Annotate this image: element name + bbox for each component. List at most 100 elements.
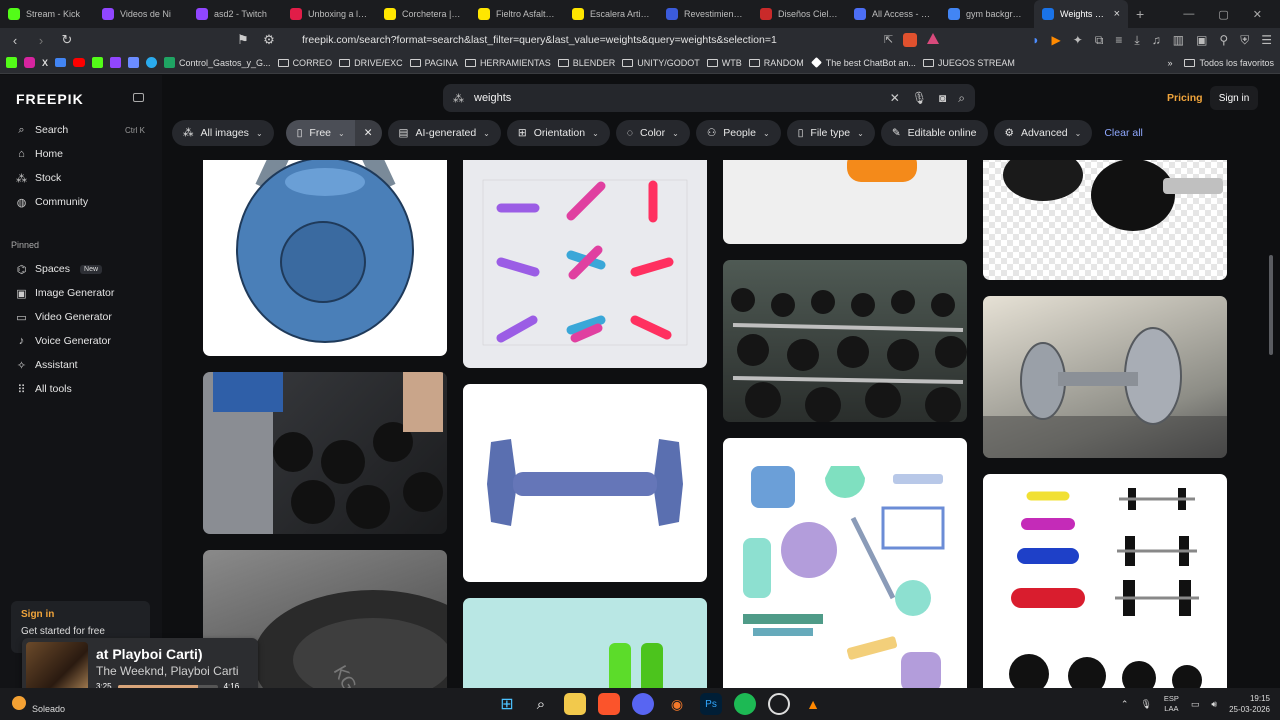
brave-rewards-icon[interactable] <box>927 33 940 44</box>
sidebar-item-search[interactable]: ⌕ Search <box>16 124 68 137</box>
sidebar-item-stock[interactable]: ⁂ Stock <box>16 172 61 185</box>
search-bar[interactable]: ⁂ weights ✕ 🎙︎ ◙ ⌕ <box>443 84 975 112</box>
result-chrome-dumbbell-floor[interactable] <box>983 296 1227 458</box>
result-fitness-equipment-set[interactable] <box>723 438 967 688</box>
search-submit-icon[interactable]: ⌕ <box>958 91 965 106</box>
scrollbar-thumb[interactable] <box>1269 255 1273 355</box>
result-dumbbell-rows-gym[interactable] <box>723 260 967 422</box>
images-type-icon[interactable]: ⁂ <box>453 92 464 105</box>
result-barbell-dumbbell-transparent[interactable] <box>983 160 1227 280</box>
browser-tab[interactable]: Fieltro Asfaltico <box>470 0 564 28</box>
filter-people[interactable]: ⚇ People ⌄ <box>695 120 781 146</box>
mic-icon[interactable]: 🎙︎ <box>1140 699 1151 710</box>
tray-expand-icon[interactable]: ⌃ <box>1121 699 1129 710</box>
share-icon[interactable]: ⇱ <box>884 33 893 47</box>
forward-icon[interactable]: › <box>34 33 48 48</box>
sidebar-item-home[interactable]: ⌂ Home <box>16 148 63 160</box>
sidebar-item-video-generator[interactable]: ▭ Video Generator <box>16 311 112 324</box>
clear-all-filters[interactable]: Clear all <box>1104 127 1143 139</box>
bookmark-item[interactable]: CORREO <box>277 58 332 68</box>
sidebar-item-voice-generator[interactable]: ♪ Voice Generator <box>16 335 111 347</box>
weather-widget[interactable]: Soleado <box>12 692 65 714</box>
browser-tab[interactable]: All Access - 12K <box>846 0 940 28</box>
download-icon[interactable]: ⤓ <box>1134 33 1139 48</box>
browser-tab[interactable]: asd2 - Twitch <box>188 0 282 28</box>
main-menu-icon[interactable]: ☰ <box>1261 33 1272 47</box>
sidebar-item-all-tools[interactable]: ⠿ All tools <box>16 383 71 396</box>
wallet-alt-icon[interactable]: ▣ <box>1196 33 1207 47</box>
minimize-icon[interactable]: — <box>1183 8 1194 21</box>
filter-advanced[interactable]: ⚙ Advanced ⌄ <box>993 120 1093 146</box>
menu-icon-a[interactable]: ≡ <box>1115 33 1122 47</box>
filter-ai-generated[interactable]: ▤ AI-generated ⌄ <box>387 120 501 146</box>
sidebar-item-spaces[interactable]: ⌬ Spaces New <box>16 263 103 276</box>
x-icon[interactable]: X <box>42 58 48 68</box>
browser-tab[interactable]: Diseños Cielo PVC <box>752 0 846 28</box>
pen-icon[interactable] <box>128 57 140 68</box>
network-icon[interactable]: ▭ <box>1191 699 1200 710</box>
bm-site-icon[interactable] <box>6 57 17 68</box>
brave-vpn-icon[interactable]: ⛨ <box>1240 33 1249 48</box>
browser-tab[interactable]: Unboxing a lo Bo <box>282 0 376 28</box>
bookmark-item[interactable]: DRIVE/EXC <box>339 58 403 68</box>
youtube-icon[interactable] <box>73 58 86 67</box>
vpn-icon[interactable]: ⚲ <box>1219 33 1228 47</box>
browser-tab[interactable]: Stream - Kick <box>0 0 94 28</box>
telegram-icon[interactable] <box>146 57 158 68</box>
twitch-icon[interactable] <box>110 57 122 68</box>
clock[interactable]: 19:15 25-03-2026 <box>1229 693 1270 715</box>
bookmark-item[interactable]: UNITY/GODOT <box>622 58 700 68</box>
result-colorful-dumbbells-grid[interactable] <box>463 160 707 368</box>
music-icon[interactable]: ♫ <box>1152 33 1161 47</box>
filter-free[interactable]: ▯ Free ⌄ <box>285 120 355 146</box>
more-bookmarks-icon[interactable]: » <box>1167 58 1172 68</box>
sidebar-item-image-generator[interactable]: ▣ Image Generator <box>16 287 114 300</box>
mail-icon[interactable] <box>55 58 67 67</box>
close-tab-icon[interactable]: × <box>1114 8 1120 20</box>
bookmark-item[interactable]: The best ChatBot an... <box>810 57 916 68</box>
site-settings-icon[interactable]: ⚙ <box>262 32 276 48</box>
bookmark-item[interactable]: Control_Gastos_y_G... <box>164 57 271 68</box>
vlc-icon[interactable]: ▲ <box>802 693 824 715</box>
file-explorer-icon[interactable] <box>564 693 586 715</box>
search-input[interactable]: weights <box>474 92 511 104</box>
blender-icon[interactable]: ◉ <box>666 693 688 715</box>
result-dumbbells-kettlebells-set[interactable] <box>983 474 1227 688</box>
photoshop-icon[interactable]: Ps <box>700 693 722 715</box>
browser-tab[interactable]: gym background <box>940 0 1034 28</box>
browser-tab[interactable]: Escalera Articulac <box>564 0 658 28</box>
kick-icon[interactable] <box>92 57 104 68</box>
bookmark-item[interactable]: RANDOM <box>748 58 804 68</box>
instagram-icon[interactable] <box>24 57 35 68</box>
collapse-sidebar-icon[interactable] <box>133 93 144 102</box>
language-indicator[interactable]: ESP LAA <box>1164 694 1179 714</box>
maximize-icon[interactable]: ▢ <box>1218 8 1228 21</box>
sidebar-item-community[interactable]: ◍ Community <box>16 196 88 209</box>
filter-editable-online[interactable]: ✎ Editable online <box>880 120 988 146</box>
microphone-icon[interactable]: 🎙︎ <box>912 91 927 106</box>
signin-button[interactable]: Sign in <box>1210 86 1258 110</box>
wallet-icon[interactable]: ◗ <box>1032 33 1039 47</box>
volume-icon[interactable]: 🔊︎ <box>1211 699 1217 710</box>
brave-shield-icon[interactable] <box>903 33 918 47</box>
new-tab-button[interactable]: + <box>1128 6 1152 22</box>
reload-icon[interactable]: ↻ <box>60 32 74 48</box>
result-kettlebell-blue[interactable] <box>203 160 447 356</box>
discord-icon[interactable] <box>632 693 654 715</box>
remove-free-filter-button[interactable]: ✕ <box>354 120 382 146</box>
all-bookmarks[interactable]: Todos los favoritos <box>1184 58 1274 68</box>
obs-icon[interactable] <box>768 693 790 715</box>
windows-start-icon[interactable]: ⊞ <box>496 693 518 715</box>
brave-browser-icon[interactable] <box>598 693 620 715</box>
browser-tab[interactable]: Videos de Ni <box>94 0 188 28</box>
sidebar-toggle-icon[interactable]: ▥ <box>1173 33 1184 47</box>
puzzle-icon[interactable]: ⧉ <box>1095 33 1104 48</box>
pricing-link[interactable]: Pricing <box>1167 92 1203 104</box>
result-green-dumbbells[interactable] <box>463 598 707 688</box>
filter-orientation[interactable]: ⊞ Orientation ⌄ <box>506 120 610 146</box>
spotify-icon[interactable] <box>734 693 756 715</box>
bookmark-icon[interactable]: ⚑ <box>236 32 250 48</box>
filter-color[interactable]: ◌ Color ⌄ <box>615 120 690 146</box>
url-field[interactable]: freepik.com/search?format=search&last_fi… <box>302 34 777 46</box>
close-window-icon[interactable]: ✕ <box>1253 8 1262 21</box>
